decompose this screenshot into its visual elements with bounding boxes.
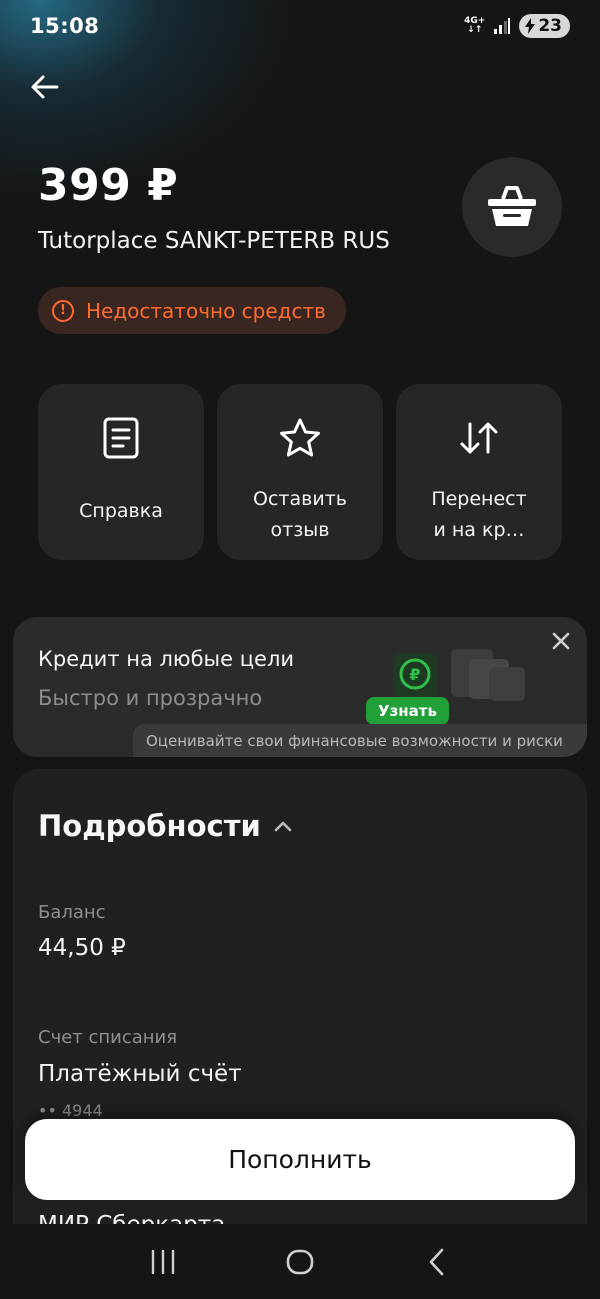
category-button[interactable] [462,157,562,257]
promo-disclaimer: Оценивайте свои финансовые возможности и… [133,724,587,757]
ruble-badge: ₽ [409,665,420,684]
home-button[interactable] [275,1237,325,1287]
system-back-button[interactable] [412,1237,462,1287]
action-receipt[interactable]: Справка [38,384,204,560]
status-time: 15:08 [30,14,100,38]
star-icon [280,418,320,457]
home-icon [286,1249,314,1274]
basket-icon [488,186,536,226]
close-icon [552,632,570,650]
promo-learn-button[interactable]: Узнать [366,697,449,725]
account-label: Счет списания [38,1027,178,1048]
transfer-arrows-icon [460,422,498,454]
status-icons: 4G+ ↓↑ 23 [464,14,570,38]
balance-label: Баланс [38,902,106,923]
close-promo-button[interactable] [549,629,573,653]
system-nav-bar [0,1224,600,1299]
chevron-left-icon [429,1248,443,1275]
merchant-name: Tutorplace SANKT-PETERB RUS [38,228,390,254]
balance-value: 44,50 ₽ [38,935,126,961]
recents-icon [152,1249,175,1274]
transaction-amount: 399 ₽ [38,160,179,211]
recents-button[interactable] [138,1237,188,1287]
action-transfer[interactable]: Перенест и на кр… [396,384,562,560]
battery-level: 23 [538,16,562,36]
account-value: Платёжный счёт [38,1061,242,1087]
account-number: •• 4944 [38,1101,103,1120]
arrow-left-icon [31,75,59,99]
chevron-up-icon[interactable] [273,819,293,833]
network-indicator: 4G+ ↓↑ [464,16,486,35]
back-button[interactable] [28,70,62,104]
action-label: Перенест и на кр… [431,488,527,541]
document-icon [103,417,139,459]
action-label: Справка [79,500,163,522]
alert-circle-icon: ! [52,299,74,322]
signal-icon [494,18,511,34]
topup-button[interactable]: Пополнить [25,1119,575,1200]
action-label: Оставить отзыв [253,488,347,541]
action-review[interactable]: Оставить отзыв [217,384,383,560]
charging-bolt-icon [525,18,536,34]
credit-promo-banner[interactable]: Кредит на любые цели Быстро и прозрачно … [13,617,587,757]
insufficient-funds-badge: ! Недостаточно средств [38,287,346,334]
promo-subtitle: Быстро и прозрачно [38,686,263,710]
battery-indicator: 23 [519,14,570,38]
warning-text: Недостаточно средств [86,298,326,323]
details-title[interactable]: Подробности [38,809,261,843]
promo-title: Кредит на любые цели [38,647,295,671]
